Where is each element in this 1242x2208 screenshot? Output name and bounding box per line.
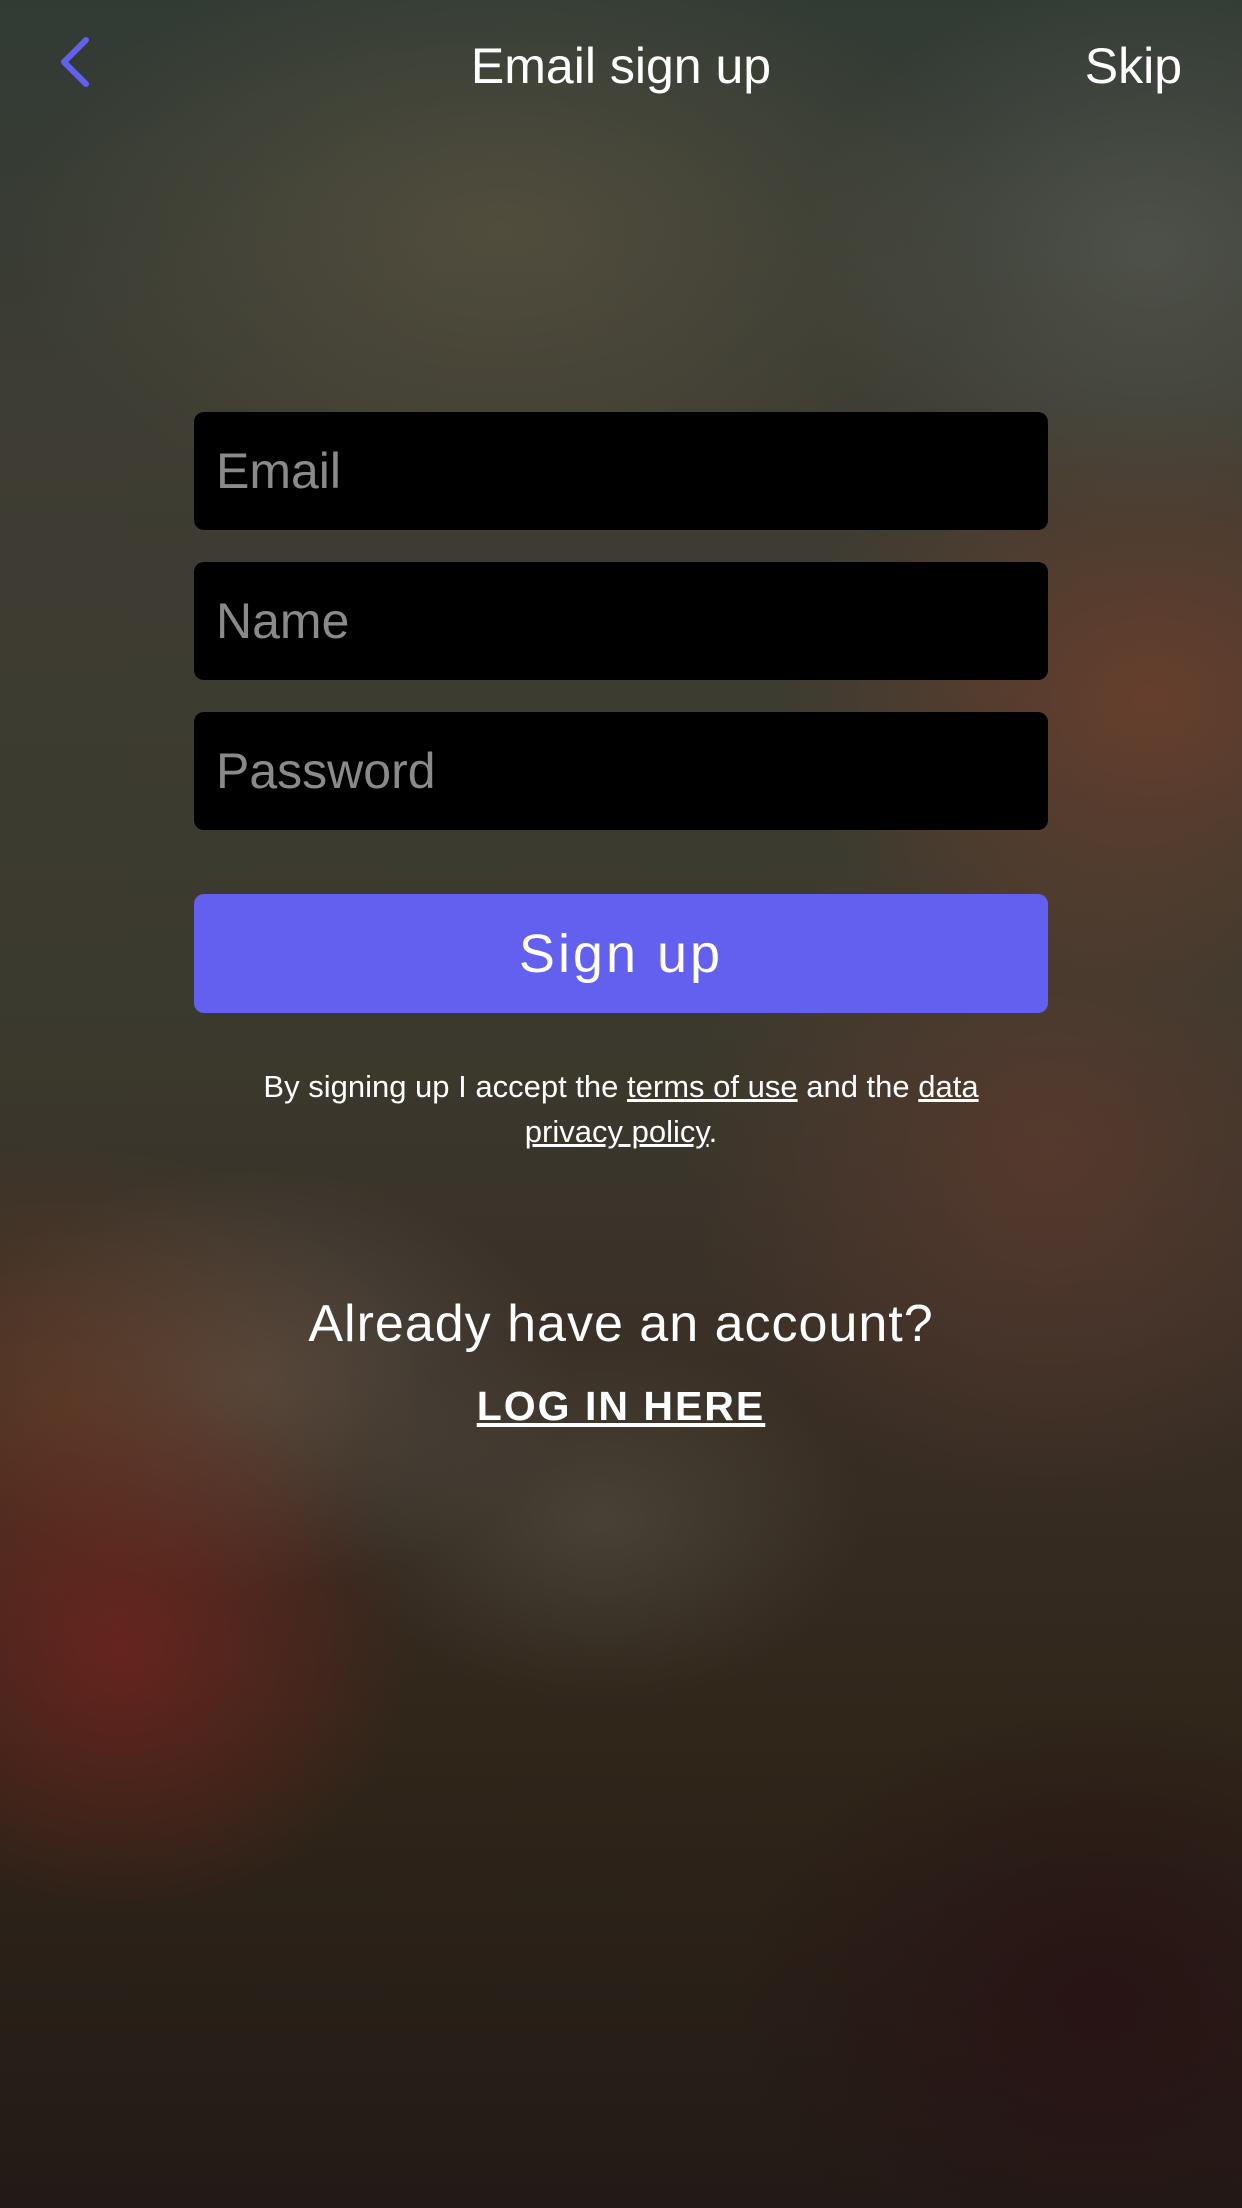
skip-button[interactable]: Skip	[1085, 36, 1182, 96]
terms-middle: and the	[797, 1069, 919, 1104]
terms-of-use-link[interactable]: terms of use	[627, 1069, 798, 1104]
email-field[interactable]	[194, 412, 1048, 530]
password-field[interactable]	[194, 712, 1048, 830]
name-field[interactable]	[194, 562, 1048, 680]
terms-notice: By signing up I accept the terms of use …	[221, 1064, 1021, 1154]
already-have-account-text: Already have an account?	[308, 1295, 934, 1353]
page-title: Email sign up	[470, 38, 772, 94]
signup-form	[194, 412, 1048, 862]
terms-prefix: By signing up I accept the	[263, 1069, 628, 1104]
login-link[interactable]: LOG IN HERE	[0, 1380, 1242, 1432]
terms-suffix: .	[708, 1114, 718, 1149]
signup-button[interactable]: Sign up	[194, 894, 1048, 1013]
header: Email sign up Skip	[0, 0, 1242, 132]
